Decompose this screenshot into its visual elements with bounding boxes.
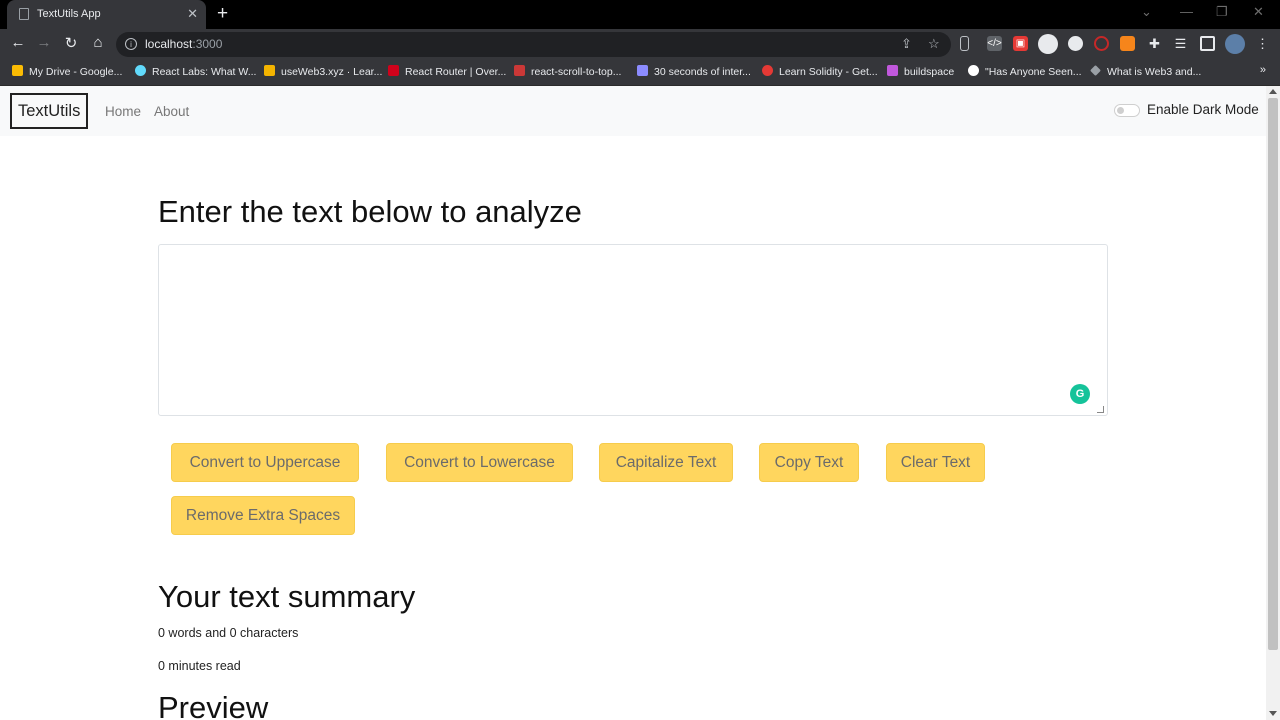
scroll-down-icon[interactable] <box>1269 711 1277 716</box>
tab-title: TextUtils App <box>37 8 101 20</box>
bookmark-item[interactable]: buildspace <box>887 65 954 78</box>
page-icon <box>19 8 29 20</box>
browser-tab-bar: TextUtils App ✕ + ⌄ — ❐ ✕ <box>0 0 1280 29</box>
more-bookmarks-icon[interactable]: » <box>1260 64 1266 76</box>
word-char-count: 0 words and 0 characters <box>158 626 299 640</box>
toggle-knob <box>1117 107 1124 114</box>
resize-handle-icon[interactable] <box>1097 406 1104 413</box>
url-text[interactable]: localhost:3000 <box>145 37 222 51</box>
medium-icon <box>968 65 979 76</box>
avatar[interactable] <box>1225 34 1245 54</box>
menu-kebab-icon[interactable]: ⋮ <box>1255 36 1270 51</box>
record-extension-icon[interactable] <box>1094 36 1109 51</box>
page-title: Enter the text below to analyze <box>158 194 582 229</box>
lowercase-button[interactable]: Convert to Lowercase <box>386 443 573 482</box>
reading-list-icon[interactable]: ☰ <box>1173 36 1188 51</box>
grammarly-icon[interactable]: G <box>1070 384 1090 404</box>
npm-icon <box>514 65 525 76</box>
ethereum-icon <box>1090 65 1101 76</box>
bookmark-item[interactable]: React Labs: What W... <box>135 65 256 78</box>
tab-search-icon[interactable]: ⌄ <box>1141 4 1152 20</box>
react-icon <box>135 65 146 76</box>
dark-mode-label: Enable Dark Mode <box>1147 102 1259 117</box>
browser-tab[interactable]: TextUtils App ✕ <box>7 0 206 29</box>
circle-extension-icon[interactable] <box>1068 36 1083 51</box>
google-drive-icon <box>12 65 23 76</box>
capitalize-button[interactable]: Capitalize Text <box>599 443 733 482</box>
uppercase-button[interactable]: Convert to Uppercase <box>171 443 359 482</box>
bookmark-item[interactable]: Learn Solidity - Get... <box>762 65 878 78</box>
brand-logo[interactable]: TextUtils <box>10 93 89 129</box>
nav-link-about[interactable]: About <box>154 104 189 119</box>
site-info-icon[interactable]: i <box>125 38 137 50</box>
address-bar[interactable]: i localhost:3000 ⇪ ☆ <box>116 32 951 57</box>
clear-button[interactable]: Clear Text <box>886 443 985 482</box>
nav-link-home[interactable]: Home <box>105 104 141 119</box>
scroll-thumb[interactable] <box>1268 98 1278 650</box>
metamask-icon[interactable] <box>1120 36 1135 51</box>
text-input[interactable] <box>158 244 1108 416</box>
solidity-icon <box>762 65 773 76</box>
reload-icon[interactable]: ↻ <box>61 34 81 52</box>
bookmark-item[interactable]: What is Web3 and... <box>1090 65 1201 78</box>
share-icon[interactable]: ⇪ <box>901 36 912 52</box>
bookmark-item[interactable]: react-scroll-to-top... <box>514 65 621 78</box>
bookmark-item[interactable]: "Has Anyone Seen... <box>968 65 1082 78</box>
back-icon[interactable]: ← <box>8 34 28 51</box>
app-navbar: TextUtils Home About Enable Dark Mode <box>0 86 1266 136</box>
dark-mode-toggle[interactable] <box>1114 104 1140 117</box>
devtools-extension-icon[interactable]: </> <box>987 36 1002 51</box>
side-panel-icon[interactable] <box>1200 36 1215 51</box>
close-window-icon[interactable]: ✕ <box>1253 4 1264 20</box>
remove-spaces-button[interactable]: Remove Extra Spaces <box>171 496 355 535</box>
read-time: 0 minutes read <box>158 659 241 673</box>
page-viewport: TextUtils Home About Enable Dark Mode En… <box>0 86 1266 720</box>
tools-icon <box>264 65 275 76</box>
buildspace-icon <box>887 65 898 76</box>
close-tab-icon[interactable]: ✕ <box>187 6 198 22</box>
react-router-icon <box>388 65 399 76</box>
bookmark-item[interactable]: useWeb3.xyz · Lear... <box>264 65 382 78</box>
preview-heading: Preview <box>158 690 269 720</box>
device-icon[interactable] <box>960 36 969 51</box>
browser-toolbar: ← → ↻ ⌂ i localhost:3000 ⇪ ☆ </> ▣ ✚ ☰ ⋮ <box>0 29 1280 60</box>
bookmarks-bar: My Drive - Google... React Labs: What W.… <box>0 60 1280 86</box>
extensions-puzzle-icon[interactable]: ✚ <box>1147 36 1162 51</box>
bookmark-star-icon[interactable]: ☆ <box>928 36 940 52</box>
home-icon[interactable]: ⌂ <box>88 34 108 51</box>
bookmark-item[interactable]: My Drive - Google... <box>12 65 122 78</box>
thirty-seconds-icon <box>637 65 648 76</box>
forward-icon[interactable]: → <box>34 34 54 51</box>
profile-extension-icon[interactable] <box>1038 34 1058 54</box>
copy-button[interactable]: Copy Text <box>759 443 859 482</box>
bookmark-item[interactable]: React Router | Over... <box>388 65 506 78</box>
scroll-up-icon[interactable] <box>1269 89 1277 94</box>
summary-heading: Your text summary <box>158 579 416 614</box>
red-extension-icon[interactable]: ▣ <box>1013 36 1028 51</box>
minimize-icon[interactable]: — <box>1180 4 1193 19</box>
page-scrollbar[interactable] <box>1266 86 1280 720</box>
new-tab-button[interactable]: + <box>217 3 228 25</box>
bookmark-item[interactable]: 30 seconds of inter... <box>637 65 751 78</box>
restore-icon[interactable]: ❐ <box>1216 4 1228 20</box>
